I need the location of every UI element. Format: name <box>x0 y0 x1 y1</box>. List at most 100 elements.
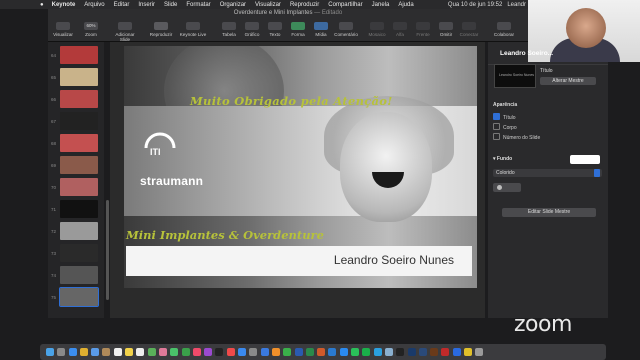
background-heading[interactable]: ▾ Fundo <box>493 156 512 162</box>
menu-formatar[interactable]: Formatar <box>186 2 210 8</box>
dropbox-icon[interactable] <box>452 348 461 356</box>
tv-icon[interactable] <box>215 348 224 356</box>
background-color-swatch[interactable] <box>570 155 600 164</box>
slide-preview <box>60 134 98 152</box>
drive-icon[interactable] <box>463 348 472 356</box>
podcasts-icon[interactable] <box>204 348 213 356</box>
spotify-icon[interactable] <box>362 348 371 356</box>
maps-icon[interactable] <box>147 348 156 356</box>
slide-thumbnail-64[interactable]: 64 <box>48 45 104 65</box>
slide-thumbnail-65[interactable]: 65 <box>48 67 104 87</box>
menu-slide[interactable]: Slide <box>164 2 177 8</box>
excel-icon[interactable] <box>305 348 314 356</box>
slide-layout-thumbnail[interactable]: Leandro Soeiro Nunes <box>494 64 536 88</box>
slide-thumbnail-67[interactable]: 67 <box>48 111 104 131</box>
author-bar[interactable]: Leandro Soeiro Nunes <box>126 246 472 276</box>
apple-menu-icon[interactable]: ● <box>40 2 44 8</box>
news-icon[interactable] <box>226 348 235 356</box>
slide-thanks-text[interactable]: Muito Obrigado pela Atenção! <box>190 94 393 108</box>
change-master-button[interactable]: Alterar Mestre <box>540 77 596 85</box>
macos-dock <box>40 344 606 360</box>
toolbar-visualizar-button[interactable]: Visualizar <box>50 22 76 37</box>
facetime-icon[interactable] <box>181 348 190 356</box>
slide-thumbnail-72[interactable]: 72 <box>48 221 104 241</box>
reminders-icon[interactable] <box>136 348 145 356</box>
menu-user[interactable]: Leandr <box>507 2 526 8</box>
chrome-icon[interactable] <box>79 348 88 356</box>
slide-preview-selected <box>59 287 99 307</box>
menu-ajuda[interactable]: Ajuda <box>398 2 413 8</box>
lightroom-icon[interactable] <box>418 348 427 356</box>
add-slide-icon <box>118 22 132 30</box>
bring-front-icon <box>416 22 430 30</box>
numbers-icon[interactable] <box>283 348 292 356</box>
mail-icon[interactable] <box>91 348 100 356</box>
zoom-icon[interactable] <box>339 348 348 356</box>
checkbox-title[interactable]: Título <box>493 113 516 121</box>
outlook-icon[interactable] <box>328 348 337 356</box>
powerpoint-icon[interactable] <box>317 348 326 356</box>
color-well-button[interactable] <box>493 183 521 192</box>
slide-thumbnail-69[interactable]: 69 <box>48 155 104 175</box>
slide-thumbnail-73[interactable]: 73 <box>48 243 104 263</box>
slide-thumbnail-74[interactable]: 74 <box>48 265 104 285</box>
toolbar-zoom-button[interactable]: 60% Zoom <box>78 22 104 37</box>
menu-clock[interactable]: Qua 10 de jun 19:52 <box>448 2 502 8</box>
photoshop-icon[interactable] <box>407 348 416 356</box>
toolbar-comment-button[interactable]: Comentário <box>331 22 361 37</box>
slide-author-name[interactable]: Leandro Soeiro Nunes <box>334 253 454 267</box>
whatsapp-icon[interactable] <box>351 348 360 356</box>
menu-arquivo[interactable]: Arquivo <box>84 2 104 8</box>
document-title-bar: Overdenture e Mini Implantes — Editado <box>233 10 343 16</box>
menu-visualizar[interactable]: Visualizar <box>255 2 281 8</box>
slide-thumbnail-66[interactable]: 66 <box>48 89 104 109</box>
edit-master-slide-button[interactable]: Editar Slide Mestre <box>502 208 596 217</box>
skype-icon[interactable] <box>373 348 382 356</box>
menu-app-keynote[interactable]: Keynote <box>52 2 76 8</box>
slide-thumbnail-71[interactable]: 71 <box>48 199 104 219</box>
finder-icon[interactable] <box>46 348 54 356</box>
preview-icon[interactable] <box>384 348 393 356</box>
settings-icon[interactable] <box>249 348 258 356</box>
menu-reproduzir[interactable]: Reproduzir <box>290 2 319 8</box>
menu-organizar[interactable]: Organizar <box>220 2 246 8</box>
slide-thumbnail-75[interactable]: 75 <box>48 287 104 307</box>
acrobat-icon[interactable] <box>441 348 450 356</box>
launchpad-icon[interactable] <box>57 348 66 356</box>
toolbar-collaborate-button[interactable]: Colaborar <box>489 22 519 37</box>
slide-subtitle[interactable]: Mini Implantes & Overdenture <box>126 228 324 242</box>
calendar-icon[interactable] <box>113 348 122 356</box>
keynote-live-icon <box>186 22 200 30</box>
illustrator-icon[interactable] <box>430 348 439 356</box>
pages-icon[interactable] <box>271 348 280 356</box>
checkbox-body[interactable]: Corpo <box>493 123 517 131</box>
menu-janela[interactable]: Janela <box>372 2 390 8</box>
toolbar-play-button[interactable]: Reproduzir <box>148 22 174 37</box>
photos-icon[interactable] <box>158 348 167 356</box>
fill-type-select[interactable]: Colorido <box>493 169 602 177</box>
contacts-icon[interactable] <box>102 348 111 356</box>
navigator-scrollbar[interactable] <box>106 200 109 300</box>
format-inspector: Leandro Soeiro Nunes Título Alterar Mest… <box>488 42 608 318</box>
slide-preview <box>60 90 98 108</box>
word-icon[interactable] <box>294 348 303 356</box>
toolbar-keynote-live-button[interactable]: Keynote Live <box>178 22 208 37</box>
terminal-icon[interactable] <box>396 348 405 356</box>
slide-thumbnail-70[interactable]: 70 <box>48 177 104 197</box>
document-title: Overdenture e Mini Implantes <box>233 10 313 16</box>
appstore-icon[interactable] <box>238 348 247 356</box>
menu-editar[interactable]: Editar <box>114 2 130 8</box>
menu-inserir[interactable]: Inserir <box>138 2 155 8</box>
keynote-icon[interactable] <box>260 348 269 356</box>
safari-icon[interactable] <box>68 348 77 356</box>
menu-compartilhar[interactable]: Compartilhar <box>328 2 362 8</box>
music-icon[interactable] <box>192 348 201 356</box>
checkbox-slide-number[interactable]: Número do Slide <box>493 133 540 141</box>
trash-icon[interactable] <box>475 348 484 356</box>
slide-thumbnail-68[interactable]: 68 <box>48 133 104 153</box>
messages-icon[interactable] <box>170 348 179 356</box>
video-participant-face <box>566 8 606 48</box>
toolbar-connect-button[interactable]: Conectar <box>456 22 482 37</box>
toolbar-add-slide-button[interactable]: Adicionar Slide <box>110 22 140 42</box>
notes-icon[interactable] <box>125 348 134 356</box>
